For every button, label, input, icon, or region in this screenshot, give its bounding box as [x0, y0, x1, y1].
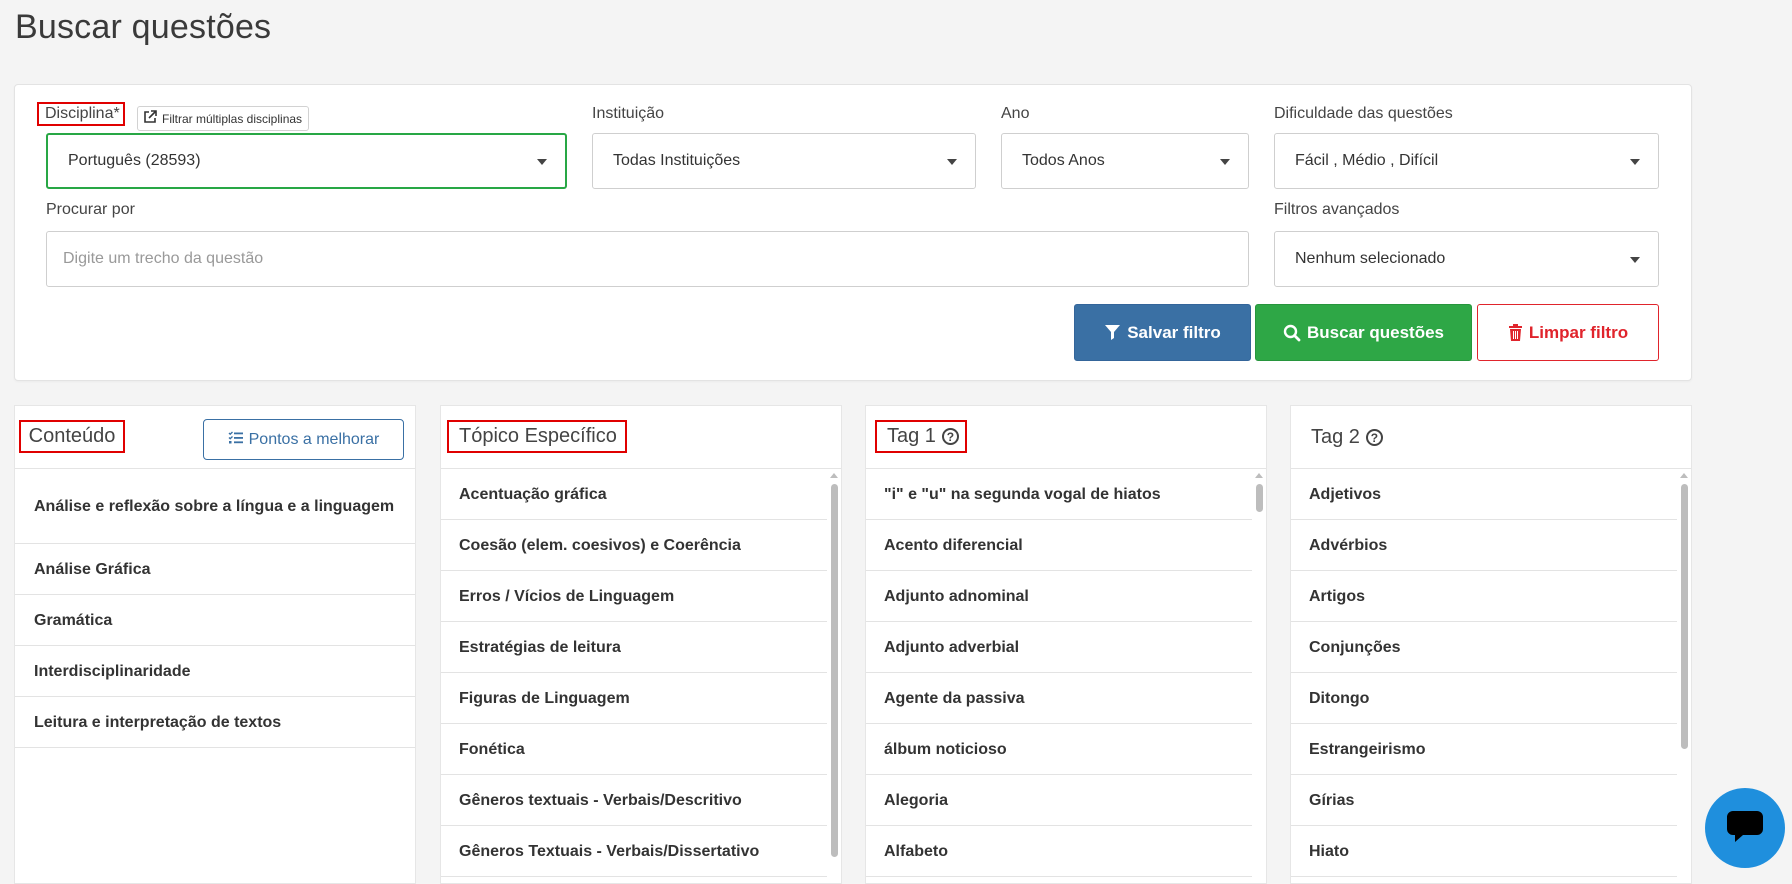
list-item[interactable]: Fonética — [441, 724, 827, 775]
chat-icon — [1725, 809, 1765, 848]
list-item[interactable]: Leitura e interpretação de textos — [15, 697, 415, 748]
list-check-icon — [228, 430, 243, 449]
list-item[interactable]: Agente da passiva — [866, 673, 1252, 724]
list-item[interactable]: Acentuação gráfica — [441, 469, 827, 520]
topico-panel: Tópico Específico Acentuação gráfica Coe… — [440, 405, 842, 884]
topico-scrollbar[interactable] — [827, 469, 841, 883]
conteudo-panel: Conteúdo Pontos a melhorar Análise e ref… — [14, 405, 416, 884]
tag2-panel-header: Tag 2 ? — [1291, 406, 1691, 469]
pontos-a-melhorar-button[interactable]: Pontos a melhorar — [203, 419, 404, 460]
list-item[interactable]: Coesão (elem. coesivos) e Coerência — [441, 520, 827, 571]
search-questions-button[interactable]: Buscar questões — [1255, 304, 1472, 361]
trash-icon — [1508, 324, 1523, 341]
list-item[interactable]: Alfabeto — [866, 826, 1252, 877]
filter-multiple-disciplines-label: Filtrar múltiplas disciplinas — [162, 111, 303, 126]
chevron-down-icon — [1630, 159, 1640, 165]
conteudo-title: Conteúdo — [19, 420, 125, 453]
save-filter-label: Salvar filtro — [1127, 322, 1221, 342]
list-item[interactable]: "i" e "u" na segunda vogal de hiatos — [866, 469, 1252, 520]
disciplina-select[interactable]: Português (28593) — [46, 133, 567, 189]
scroll-up-icon[interactable] — [1255, 473, 1263, 478]
help-circle-icon[interactable]: ? — [1365, 429, 1383, 446]
scrollbar-thumb[interactable] — [1681, 484, 1688, 749]
scroll-up-icon[interactable] — [1680, 473, 1688, 478]
filtros-avancados-value: Nenhum selecionado — [1295, 250, 1446, 267]
tag1-list: "i" e "u" na segunda vogal de hiatos Ace… — [866, 469, 1252, 883]
page-title: Buscar questões — [15, 8, 272, 46]
scrollbar-thumb[interactable] — [831, 484, 838, 857]
chevron-down-icon — [537, 159, 547, 165]
external-link-icon — [143, 110, 157, 127]
instituicao-value: Todas Instituições — [613, 152, 741, 169]
list-item[interactable]: Ditongo — [1291, 673, 1677, 724]
tag1-scrollbar[interactable] — [1252, 469, 1266, 883]
list-item[interactable]: Hiato — [1291, 826, 1677, 877]
tag2-title-box: Tag 2 ? — [1311, 423, 1383, 452]
disciplina-value: Português (28593) — [68, 152, 201, 169]
clear-filter-label: Limpar filtro — [1528, 322, 1629, 342]
list-item[interactable]: Advérbios — [1291, 520, 1677, 571]
list-item[interactable]: Gírias — [1291, 775, 1677, 826]
tag1-panel: Tag 1 ? "i" e "u" na segunda vogal de hi… — [865, 405, 1267, 884]
topico-title: Tópico Específico — [447, 420, 627, 453]
procurar-label: Procurar por — [46, 201, 135, 218]
list-item[interactable]: Adjunto adnominal — [866, 571, 1252, 622]
search-text-input[interactable] — [46, 231, 1249, 287]
clear-filter-button[interactable]: Limpar filtro — [1477, 304, 1659, 361]
topico-panel-header: Tópico Específico — [441, 406, 841, 469]
list-item[interactable]: Estratégias de leitura — [441, 622, 827, 673]
tag2-list: Adjetivos Advérbios Artigos Conjunções D… — [1291, 469, 1677, 883]
list-item[interactable]: Artigos — [1291, 571, 1677, 622]
instituicao-select[interactable]: Todas Instituições — [592, 133, 976, 189]
ano-value: Todos Anos — [1022, 152, 1105, 169]
help-circle-icon[interactable]: ? — [941, 428, 959, 445]
list-item[interactable]: Estrangeirismo — [1291, 724, 1677, 775]
filter-icon — [1104, 324, 1121, 341]
save-filter-button[interactable]: Salvar filtro — [1074, 304, 1251, 361]
conteudo-panel-header: Conteúdo Pontos a melhorar — [15, 406, 415, 469]
tag2-panel: Tag 2 ? Adjetivos Advérbios Artigos Conj… — [1290, 405, 1692, 884]
chevron-down-icon — [1220, 159, 1230, 165]
ano-select[interactable]: Todos Anos — [1001, 133, 1249, 189]
dificuldade-select[interactable]: Fácil , Médio , Difícil — [1274, 133, 1659, 189]
instituicao-label: Instituição — [592, 105, 665, 122]
chat-button[interactable] — [1705, 788, 1785, 868]
filter-multiple-disciplines-button[interactable]: Filtrar múltiplas disciplinas — [137, 106, 310, 131]
search-questions-label: Buscar questões — [1307, 322, 1444, 342]
dificuldade-value: Fácil , Médio , Difícil — [1295, 152, 1439, 169]
list-item[interactable]: Gramática — [15, 595, 415, 646]
pontos-a-melhorar-label: Pontos a melhorar — [248, 430, 380, 448]
list-item[interactable]: Adjunto adverbial — [866, 622, 1252, 673]
list-item[interactable]: Interdisciplinaridade — [15, 646, 415, 697]
topico-list: Acentuação gráfica Coesão (elem. coesivo… — [441, 469, 827, 883]
tag2-title: Tag 2 — [1311, 426, 1360, 448]
list-item[interactable]: Alegoria — [866, 775, 1252, 826]
list-item[interactable]: Análise Gráfica — [15, 544, 415, 595]
list-item[interactable]: Acento diferencial — [866, 520, 1252, 571]
filtros-avancados-select[interactable]: Nenhum selecionado — [1274, 231, 1659, 287]
chevron-down-icon — [947, 159, 957, 165]
chevron-down-icon — [1630, 257, 1640, 263]
list-item[interactable]: Figuras de Linguagem — [441, 673, 827, 724]
disciplina-label: Disciplina* — [37, 102, 125, 126]
tag1-title-box: Tag 1 ? — [875, 420, 967, 453]
ano-label: Ano — [1001, 105, 1030, 122]
list-item[interactable]: Gêneros textuais - Verbais/Descritivo — [441, 775, 827, 826]
list-item[interactable]: álbum noticioso — [866, 724, 1252, 775]
conteudo-list: Análise e reflexão sobre a língua e a li… — [15, 469, 415, 883]
scroll-up-icon[interactable] — [830, 473, 838, 478]
dificuldade-label: Dificuldade das questões — [1274, 105, 1453, 122]
list-item[interactable]: Conjunções — [1291, 622, 1677, 673]
tag2-scrollbar[interactable] — [1677, 469, 1691, 883]
list-item[interactable]: Erros / Vícios de Linguagem — [441, 571, 827, 622]
tag1-panel-header: Tag 1 ? — [866, 406, 1266, 469]
filtros-avancados-label: Filtros avançados — [1274, 201, 1400, 218]
list-item[interactable]: Gêneros Textuais - Verbais/Dissertativo — [441, 826, 827, 877]
list-item[interactable]: Análise e reflexão sobre a língua e a li… — [15, 469, 415, 544]
list-item[interactable]: Adjetivos — [1291, 469, 1677, 520]
tag1-title: Tag 1 — [887, 425, 936, 447]
search-icon — [1283, 324, 1301, 342]
scrollbar-thumb[interactable] — [1256, 484, 1263, 512]
